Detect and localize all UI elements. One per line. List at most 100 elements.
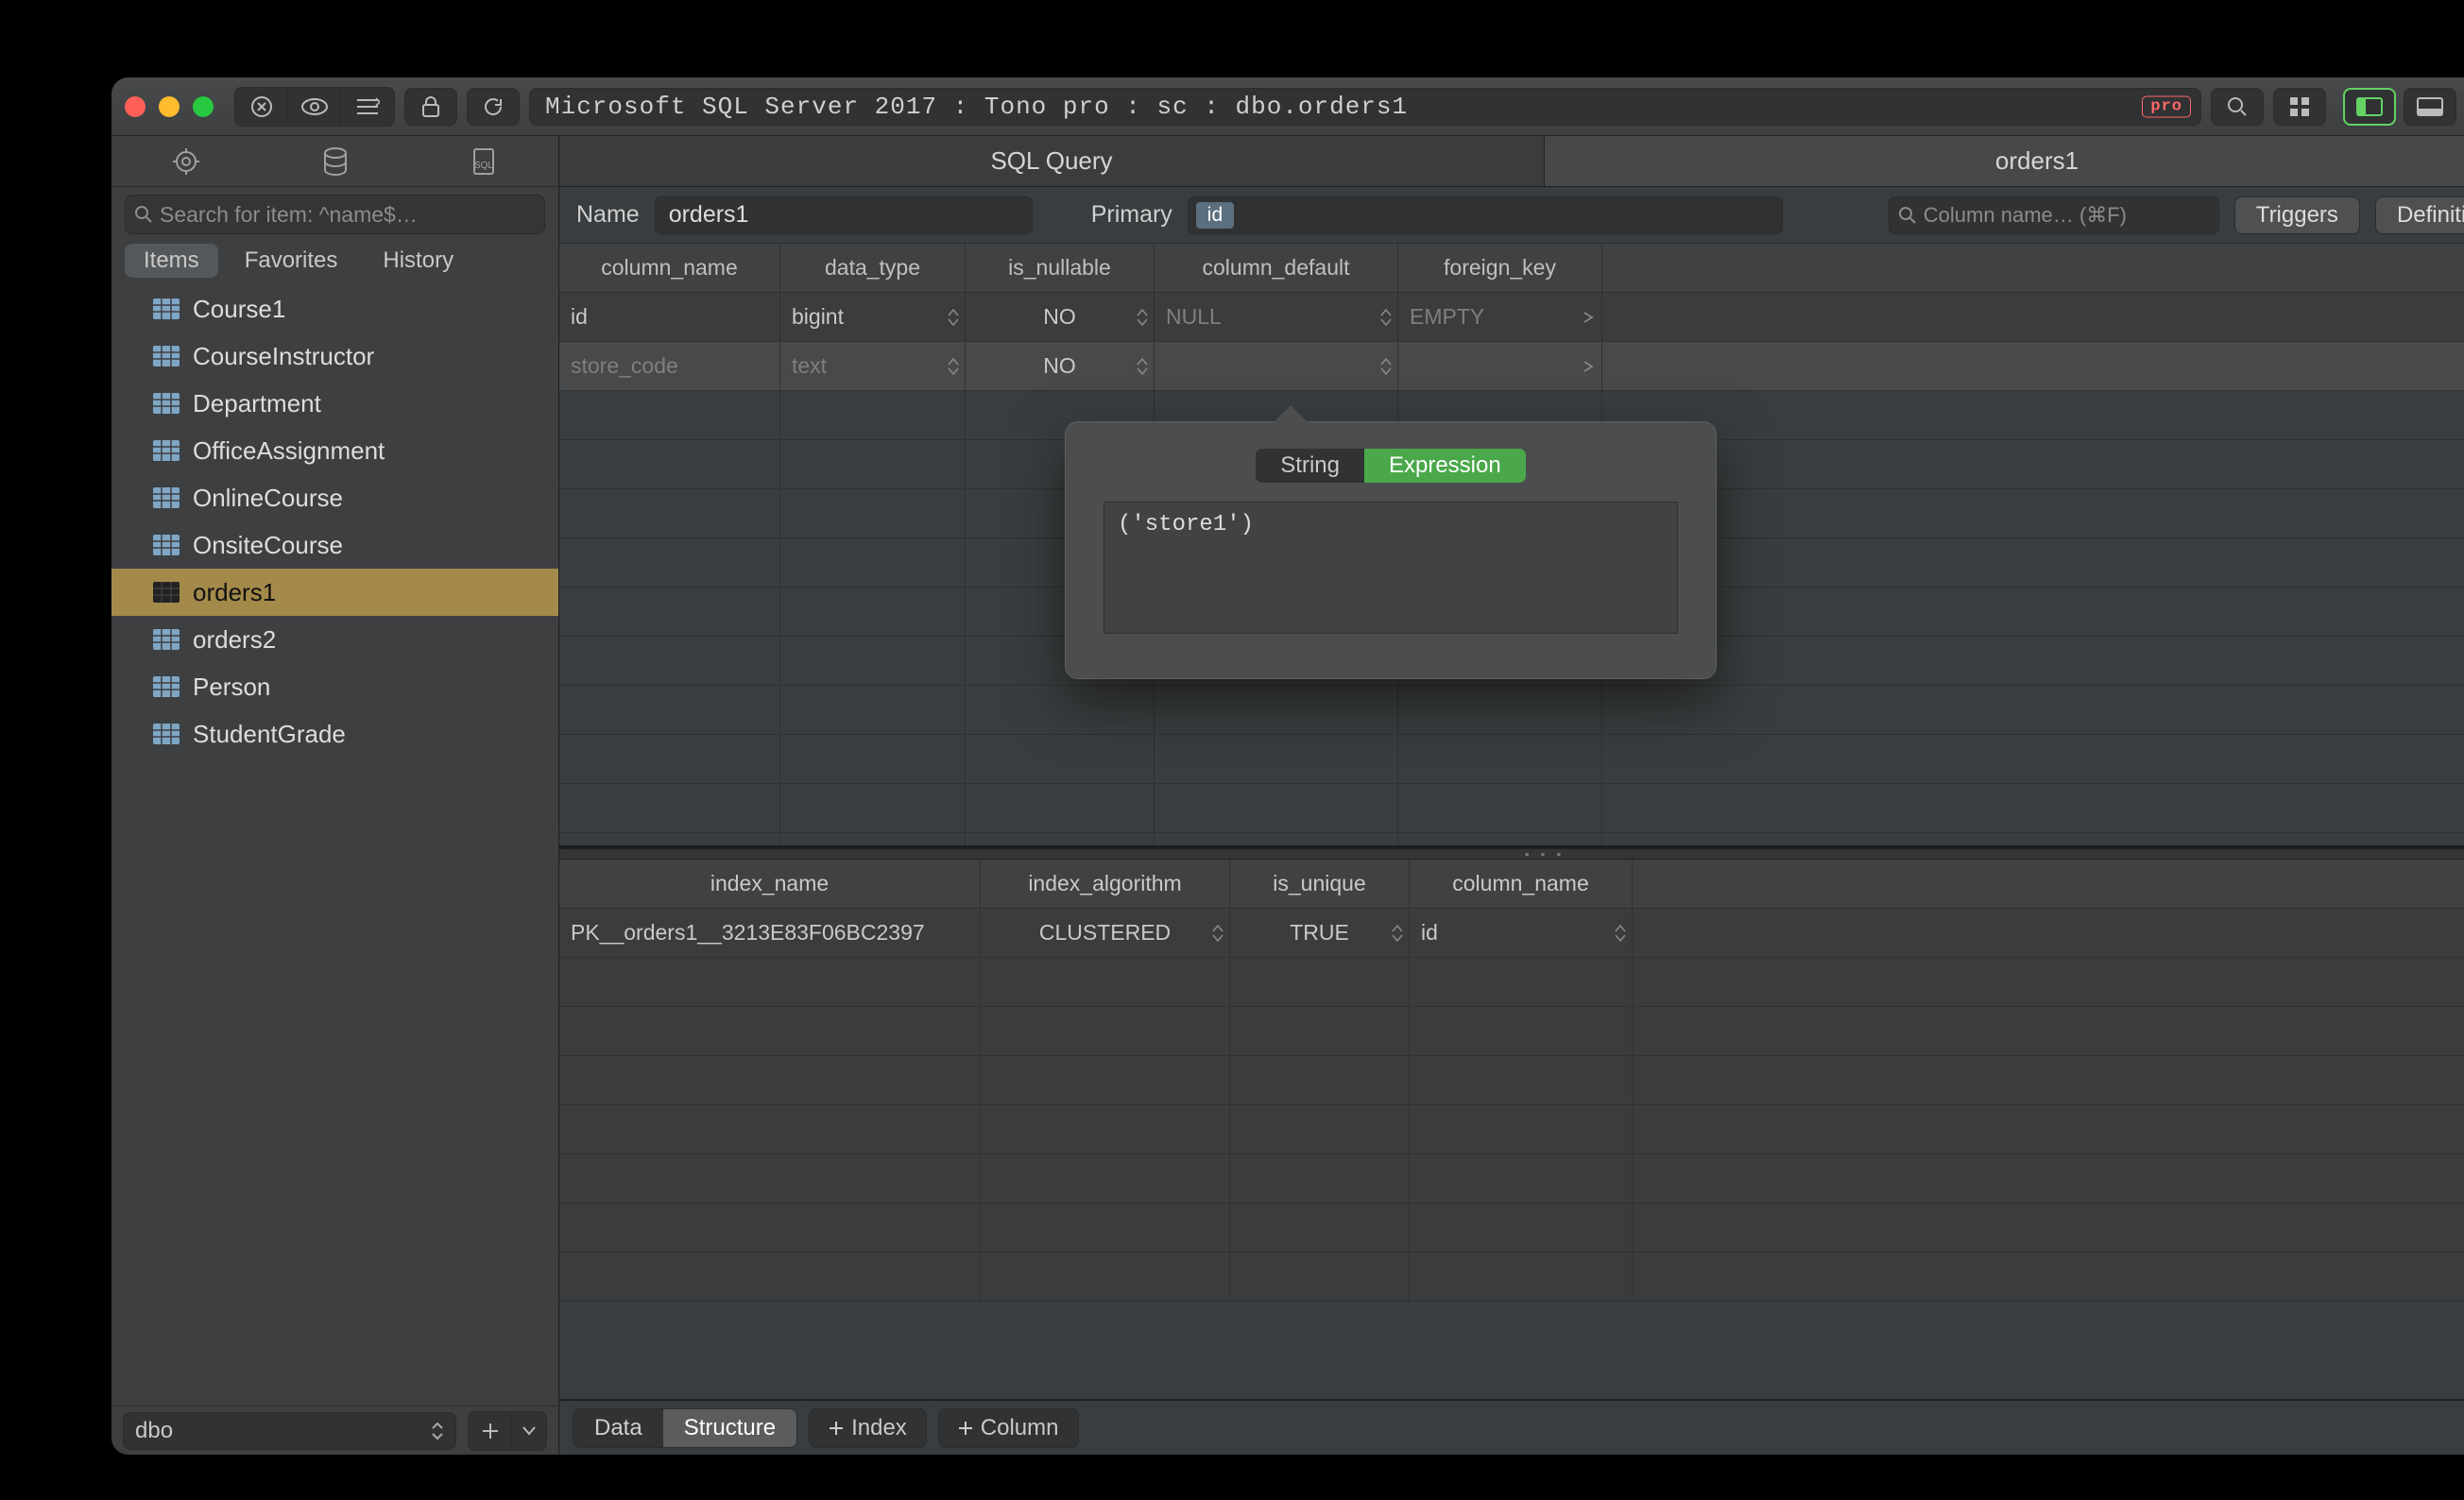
stepper-icon[interactable] [1380, 309, 1392, 326]
pro-badge: pro [2142, 95, 2191, 117]
indexes-grid: index_name index_algorithm is_unique col… [559, 860, 2464, 1400]
stepper-icon[interactable] [1212, 925, 1223, 942]
layout-bottom-icon[interactable] [2404, 88, 2456, 126]
chevron-down-icon[interactable] [512, 1412, 546, 1450]
primary-label: Primary [1091, 201, 1172, 229]
horizontal-splitter[interactable]: • • • [559, 848, 2464, 860]
table-list: Course1CourseInstructorDepartmentOfficeA… [111, 283, 558, 1406]
definition-button[interactable]: Definition [2375, 196, 2464, 234]
columns-header: column_name data_type is_nullable column… [559, 244, 2464, 293]
history-nav-group [234, 87, 395, 127]
sidebar-footer: dbo [111, 1406, 558, 1455]
popover-tab-expression[interactable]: Expression [1364, 449, 1526, 483]
header-index-name[interactable]: index_name [559, 860, 981, 908]
index-row[interactable]: PK__orders1__3213E83F06BC2397CLUSTEREDTR… [559, 909, 2464, 958]
header-index-algorithm[interactable]: index_algorithm [981, 860, 1230, 908]
sidebar-add-group [468, 1411, 547, 1451]
add-column-button[interactable]: Column [938, 1408, 1079, 1448]
titlebar: Microsoft SQL Server 2017 : Tono pro : s… [111, 77, 2464, 136]
column-search-input[interactable] [1924, 203, 2209, 228]
tab-sql-query[interactable]: SQL Query [559, 136, 1545, 186]
table-row [559, 1007, 2464, 1056]
data-mode-button[interactable]: Data [573, 1409, 663, 1447]
tab-table[interactable]: orders1 [1545, 136, 2464, 186]
search-icon[interactable] [2211, 88, 2264, 126]
tab-history[interactable]: History [364, 244, 472, 278]
sidebar-search-input[interactable] [160, 202, 535, 228]
sidebar-item-person[interactable]: Person [111, 663, 558, 710]
table-row [559, 1203, 2464, 1253]
add-index-button[interactable]: Index [809, 1408, 927, 1448]
primary-key-field[interactable]: id [1188, 196, 1783, 234]
window-controls [125, 96, 214, 117]
breadcrumb[interactable]: Microsoft SQL Server 2017 : Tono pro : s… [529, 88, 2201, 126]
stepper-icon[interactable] [1137, 358, 1148, 375]
stepper-icon[interactable] [948, 309, 959, 326]
header-is-unique[interactable]: is_unique [1230, 860, 1410, 908]
stepper-icon[interactable] [948, 358, 959, 375]
app-window: Microsoft SQL Server 2017 : Tono pro : s… [111, 77, 2464, 1455]
schema-select[interactable]: dbo [123, 1412, 456, 1450]
sidebar-item-department[interactable]: Department [111, 380, 558, 427]
stepper-icon[interactable] [1392, 925, 1403, 942]
sidebar-item-orders2[interactable]: orders2 [111, 616, 558, 663]
header-column-default[interactable]: column_default [1155, 244, 1398, 292]
column-row[interactable]: idbigintNONULLEMPTY [559, 293, 2464, 342]
arrow-right-icon[interactable] [1583, 311, 1594, 324]
sidebar-item-onsitecourse[interactable]: OnsiteCourse [111, 521, 558, 569]
header-index-column-name[interactable]: column_name [1410, 860, 1633, 908]
column-search[interactable] [1889, 196, 2219, 234]
sidebar-item-onlinecourse[interactable]: OnlineCourse [111, 474, 558, 521]
stepper-icon[interactable] [1137, 309, 1148, 326]
sidebar-item-course1[interactable]: Course1 [111, 285, 558, 332]
sidebar-item-orders1[interactable]: orders1 [111, 569, 558, 616]
main-panel: SQL Query orders1 Name Primary id Trigge… [559, 136, 2464, 1455]
header-column-name[interactable]: column_name [559, 244, 780, 292]
collapse-lines-icon[interactable] [341, 88, 394, 126]
table-row [559, 958, 2464, 1007]
stepper-icon[interactable] [1615, 925, 1626, 942]
refresh-icon[interactable] [467, 88, 520, 126]
triggers-button[interactable]: Triggers [2234, 196, 2360, 234]
sidebar-item-courseinstructor[interactable]: CourseInstructor [111, 332, 558, 380]
tab-favorites[interactable]: Favorites [226, 244, 357, 278]
table-row [559, 735, 2464, 784]
table-name-input[interactable] [655, 196, 1033, 234]
sql-file-icon[interactable]: SQL [409, 136, 558, 186]
view-icon[interactable] [288, 88, 341, 126]
arrow-right-icon[interactable] [1583, 360, 1594, 373]
chevron-updown-icon [431, 1422, 444, 1440]
lock-icon[interactable] [404, 88, 457, 126]
grid-view-icon[interactable] [2273, 88, 2326, 126]
structure-mode-button[interactable]: Structure [663, 1409, 796, 1447]
header-foreign-key[interactable]: foreign_key [1398, 244, 1602, 292]
table-meta-row: Name Primary id Triggers Definition [559, 187, 2464, 244]
connection-icon[interactable] [111, 136, 261, 186]
header-is-nullable[interactable]: is_nullable [966, 244, 1155, 292]
tab-items[interactable]: Items [125, 244, 218, 278]
sidebar-item-officeassignment[interactable]: OfficeAssignment [111, 427, 558, 474]
table-row [559, 833, 2464, 848]
svg-text:SQL: SQL [474, 161, 493, 171]
popover-tabs: String Expression [1104, 449, 1678, 483]
popover-tab-string[interactable]: String [1256, 449, 1364, 483]
plus-icon[interactable] [469, 1412, 512, 1450]
table-row [559, 784, 2464, 833]
header-data-type[interactable]: data_type [780, 244, 966, 292]
sidebar-search[interactable] [125, 195, 545, 234]
stepper-icon[interactable] [1380, 358, 1392, 375]
zoom-window-icon[interactable] [193, 96, 214, 117]
sidebar-item-studentgrade[interactable]: StudentGrade [111, 710, 558, 758]
name-label: Name [576, 201, 640, 229]
primary-key-chip: id [1196, 202, 1234, 229]
close-window-icon[interactable] [125, 96, 145, 117]
table-row [559, 1154, 2464, 1203]
column-row[interactable]: store_codetextNO [559, 342, 2464, 391]
layout-sidebar-icon[interactable] [2343, 88, 2396, 126]
cancel-close-icon[interactable] [235, 88, 288, 126]
popover-expression-input[interactable] [1104, 502, 1678, 634]
sidebar-mode-tabs: SQL [111, 136, 558, 187]
sidebar-filter-tabs: Items Favorites History [111, 238, 558, 283]
minimize-window-icon[interactable] [159, 96, 180, 117]
database-icon[interactable] [261, 136, 410, 186]
